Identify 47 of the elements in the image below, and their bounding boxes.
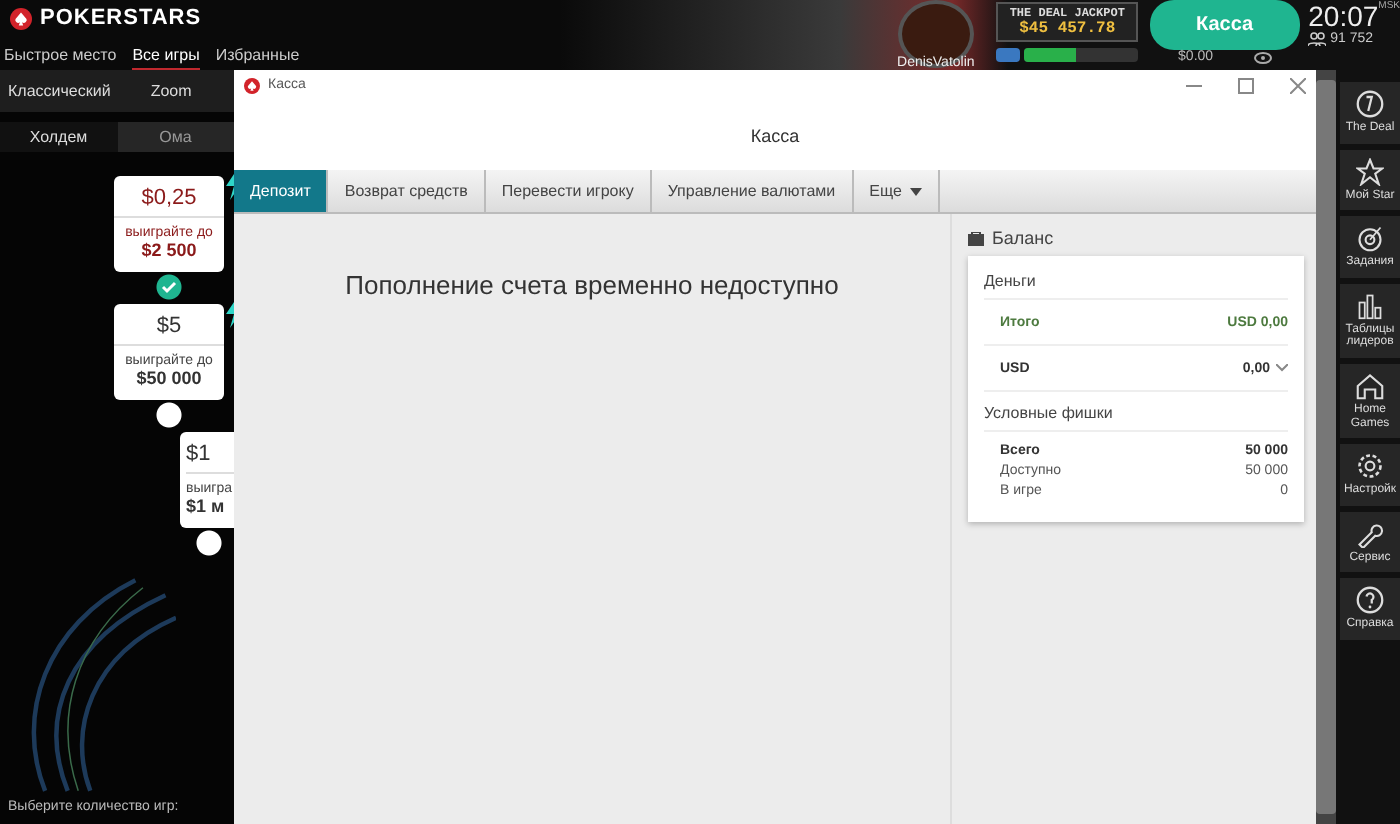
jackpot-amount: $45 457.78 [1019,20,1116,38]
mode-tab[interactable]: Классический [8,82,111,100]
cashier-tab[interactable]: Еще [853,170,940,212]
cashier-tab[interactable]: Перевести игроку [485,170,652,212]
chevron-down-icon[interactable] [1276,364,1288,372]
offer-radio[interactable] [156,274,182,300]
offer-stake: $5 [114,304,224,346]
caret-icon [909,187,922,195]
app-logo: POKERSTARS [40,6,202,30]
offer-prize: $50 000 [136,368,202,388]
deal-icon [1356,90,1384,118]
offer-prize: $2 500 [141,240,197,260]
chart-icon [1356,291,1384,320]
wrench-icon [1356,519,1384,548]
section-title: Условные фишки [984,392,1288,432]
balance-title: Баланс [992,228,1054,248]
avatar[interactable] [897,0,974,68]
people-icon [1308,32,1327,46]
gear-icon [1356,452,1384,481]
offer-stake: $0,25 [114,176,224,218]
wallet-icon [968,231,984,245]
offer-prize: $1 м [186,496,225,516]
close-icon[interactable] [1290,77,1306,93]
cashier-heading: Касса [750,125,800,145]
chest-icon [995,46,1020,62]
eye-icon[interactable] [1253,51,1272,63]
nav-tab[interactable]: Избранные [215,46,300,72]
offer-radio[interactable] [196,530,222,556]
target-icon [1356,224,1384,253]
home-icon [1356,371,1384,400]
star-icon [1356,157,1384,186]
clock-time: 20:07 [1308,0,1379,32]
nav-tab[interactable]: Быстрое место [4,46,117,72]
cashier-tab[interactable]: Управление валютами [651,170,854,212]
section-title: Деньги [984,260,1288,300]
mode-tab[interactable]: Zoom [150,82,192,100]
unavailable-message: Пополнение счета временно недоступно [345,270,839,304]
spade-logo-icon [10,7,32,29]
game-tab[interactable]: Ома [117,122,234,152]
cashier-tab[interactable]: Возврат средств [328,170,486,212]
maximize-icon[interactable] [1238,77,1254,93]
offer-radio[interactable] [156,402,182,428]
scrollbar[interactable] [1316,70,1336,824]
cashier-tab[interactable]: Депозит [234,170,329,212]
spade-logo-icon [244,77,260,93]
help-icon [1356,586,1384,615]
game-tab[interactable]: Холдем [0,122,117,152]
